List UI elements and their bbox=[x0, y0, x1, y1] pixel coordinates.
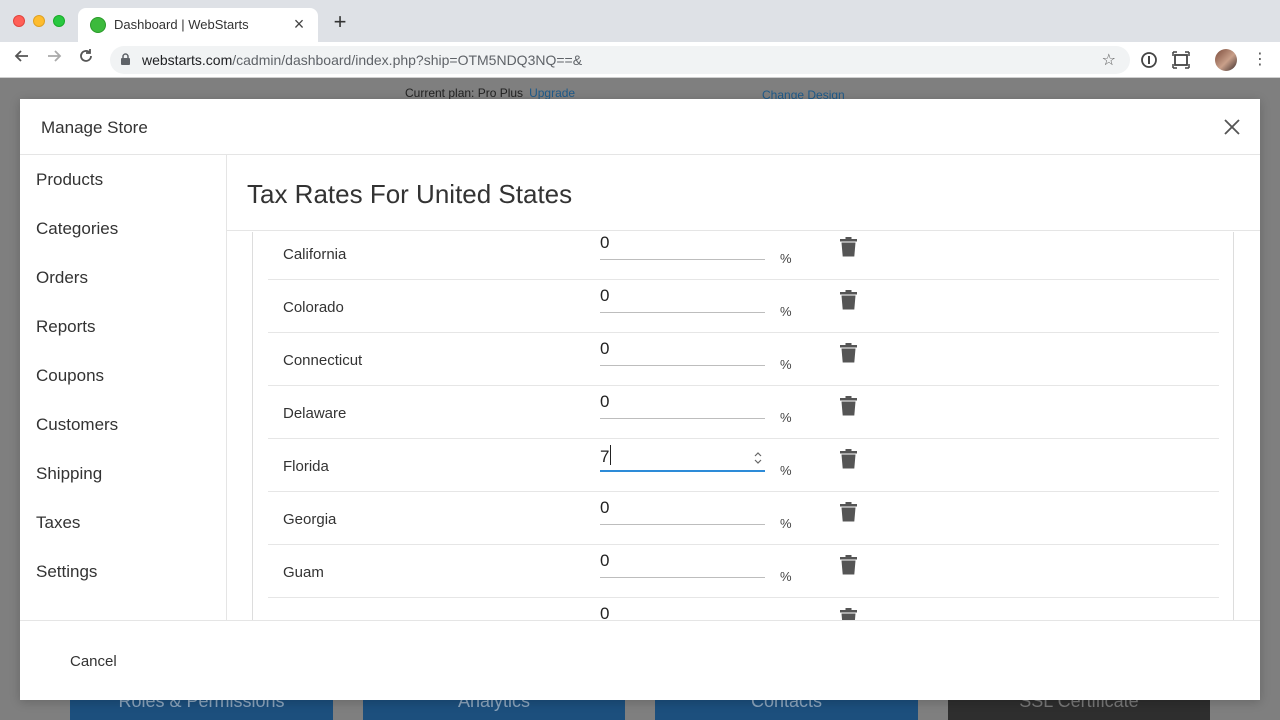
browser-tab-bar: Dashboard | WebStarts × + bbox=[0, 0, 1280, 42]
trash-icon[interactable] bbox=[840, 396, 857, 416]
browser-tab[interactable]: Dashboard | WebStarts × bbox=[78, 8, 318, 42]
window-maximize-icon[interactable] bbox=[53, 15, 65, 27]
browser-toolbar: webstarts.com/cadmin/dashboard/index.php… bbox=[0, 42, 1280, 78]
reload-icon[interactable] bbox=[74, 48, 98, 72]
percent-label: % bbox=[780, 357, 792, 372]
profile-avatar[interactable] bbox=[1215, 49, 1237, 71]
state-label: Guam bbox=[283, 564, 324, 581]
sidebar-item-coupons[interactable]: Coupons bbox=[36, 366, 104, 386]
sidebar-item-shipping[interactable]: Shipping bbox=[36, 464, 102, 484]
modal-footer: Cancel bbox=[20, 620, 1260, 700]
state-label: Colorado bbox=[283, 299, 344, 316]
close-icon[interactable] bbox=[1220, 115, 1244, 139]
tax-rate-input-focused[interactable]: 7 bbox=[600, 442, 765, 472]
browser-menu-icon[interactable]: ⋮ bbox=[1252, 50, 1268, 70]
current-plan-text: Current plan: Pro Plus Upgrade bbox=[405, 86, 576, 100]
address-bar[interactable]: webstarts.com/cadmin/dashboard/index.php… bbox=[110, 46, 1130, 74]
url-text: webstarts.com/cadmin/dashboard/index.php… bbox=[142, 52, 583, 68]
title-divider bbox=[227, 230, 1260, 231]
tax-row: Delaware 0 % bbox=[268, 386, 1219, 439]
percent-label: % bbox=[780, 463, 792, 478]
cancel-button[interactable]: Cancel bbox=[70, 653, 117, 670]
state-label: Delaware bbox=[283, 405, 347, 422]
tax-rate-input[interactable]: 0 bbox=[600, 495, 765, 525]
percent-label: % bbox=[780, 304, 792, 319]
tax-rate-input[interactable]: 0 bbox=[600, 389, 765, 419]
trash-icon[interactable] bbox=[840, 237, 857, 257]
tab-close-icon[interactable]: × bbox=[288, 13, 310, 35]
trash-icon[interactable] bbox=[840, 502, 857, 522]
tax-rate-input[interactable]: 0 bbox=[600, 548, 765, 578]
state-label: Florida bbox=[283, 458, 329, 475]
forward-arrow-icon[interactable] bbox=[42, 48, 66, 72]
sidebar-item-customers[interactable]: Customers bbox=[36, 415, 118, 435]
screen-capture-icon[interactable] bbox=[1171, 50, 1191, 70]
tab-title: Dashboard | WebStarts bbox=[114, 17, 249, 32]
sidebar-item-orders[interactable]: Orders bbox=[36, 268, 88, 288]
favicon-icon bbox=[90, 17, 106, 33]
percent-label: % bbox=[780, 569, 792, 584]
percent-label: % bbox=[780, 516, 792, 531]
window-minimize-icon[interactable] bbox=[33, 15, 45, 27]
tax-rates-panel: Tax Rates For United States California 0… bbox=[227, 155, 1260, 620]
manage-store-modal: Manage Store Products Categories Orders … bbox=[20, 99, 1260, 700]
modal-header: Manage Store bbox=[20, 99, 1260, 155]
state-label: Georgia bbox=[283, 511, 337, 528]
trash-icon[interactable] bbox=[840, 343, 857, 363]
window-close-icon[interactable] bbox=[13, 15, 25, 27]
percent-label: % bbox=[780, 251, 792, 266]
new-tab-icon[interactable]: + bbox=[328, 10, 352, 34]
tax-rate-input[interactable]: 0 bbox=[600, 336, 765, 366]
percent-label: % bbox=[780, 410, 792, 425]
tax-row: 0 % bbox=[268, 598, 1219, 620]
tax-row: Guam 0 % bbox=[268, 545, 1219, 598]
tax-row: California 0 % bbox=[268, 232, 1219, 280]
tax-row: Florida 7 % bbox=[268, 439, 1219, 492]
number-spinner-icon[interactable] bbox=[754, 451, 762, 465]
modal-title: Manage Store bbox=[41, 118, 148, 137]
state-label: Connecticut bbox=[283, 352, 363, 369]
sidebar-item-taxes[interactable]: Taxes bbox=[36, 513, 80, 533]
back-arrow-icon[interactable] bbox=[10, 48, 34, 72]
sidebar-item-categories[interactable]: Categories bbox=[36, 219, 118, 239]
lock-icon bbox=[121, 53, 130, 65]
tax-row: Connecticut 0 % bbox=[268, 333, 1219, 386]
sidebar-item-settings[interactable]: Settings bbox=[36, 562, 97, 582]
tax-rate-list[interactable]: California 0 % Colorado 0 % Connecticut … bbox=[252, 232, 1234, 620]
tax-row: Georgia 0 % bbox=[268, 492, 1219, 545]
bookmark-star-icon[interactable]: ☆ bbox=[1102, 50, 1116, 70]
trash-icon[interactable] bbox=[840, 555, 857, 575]
sidebar-item-products[interactable]: Products bbox=[36, 170, 103, 190]
tax-row: Colorado 0 % bbox=[268, 280, 1219, 333]
tax-rate-input[interactable]: 0 bbox=[600, 283, 765, 313]
trash-icon[interactable] bbox=[840, 290, 857, 310]
trash-icon[interactable] bbox=[840, 608, 857, 620]
tax-rate-input[interactable]: 0 bbox=[600, 232, 765, 260]
page-title: Tax Rates For United States bbox=[247, 179, 573, 209]
store-sidebar: Products Categories Orders Reports Coupo… bbox=[20, 155, 227, 620]
upgrade-link[interactable]: Upgrade bbox=[529, 86, 575, 100]
state-label: California bbox=[283, 246, 347, 263]
tax-rate-input[interactable]: 0 bbox=[600, 601, 765, 620]
trash-icon[interactable] bbox=[840, 449, 857, 469]
sidebar-item-reports[interactable]: Reports bbox=[36, 317, 96, 337]
extension-info-icon[interactable] bbox=[1139, 50, 1159, 70]
text-caret bbox=[610, 445, 612, 465]
